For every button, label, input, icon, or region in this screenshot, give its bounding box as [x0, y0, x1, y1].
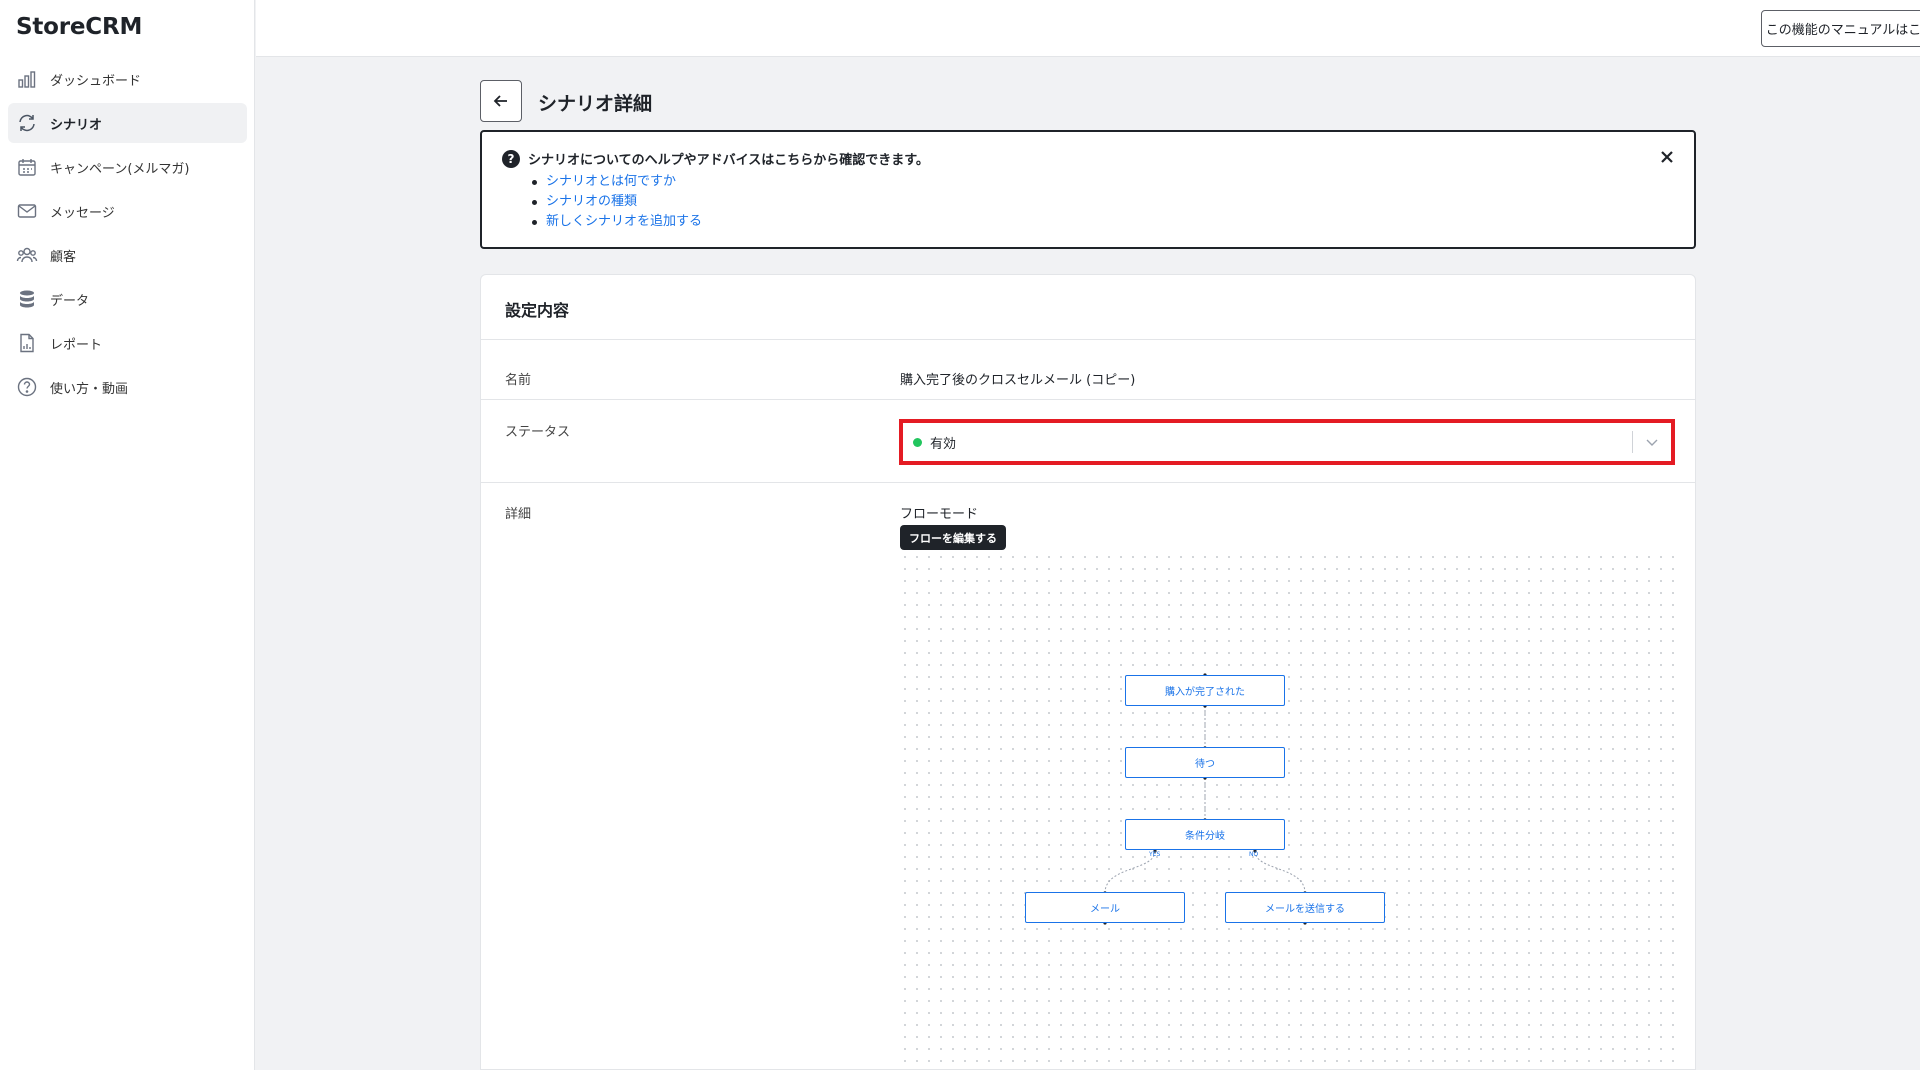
database-icon — [16, 288, 38, 310]
sidebar-item-label: キャンペーン(メルマガ) — [50, 161, 190, 177]
sidebar-item-campaign[interactable]: キャンペーン(メルマガ) — [8, 147, 247, 187]
help-link-what-is-scenario[interactable]: シナリオとは何ですか — [531, 172, 702, 192]
bar-chart-icon — [16, 68, 38, 90]
sidebar: StoreCRM ダッシュボード シナリオ キャンペーン(メルマガ) メッセージ — [0, 0, 255, 1070]
flow-node-mail[interactable]: メール — [1025, 892, 1185, 923]
sidebar-item-label: レポート — [50, 337, 103, 353]
top-header: この機能のマニュアルはこちら — [256, 0, 1920, 57]
flow-node-send-mail[interactable]: メールを送信する — [1225, 892, 1385, 923]
help-title-text: シナリオについてのヘルプやアドバイスはこちらから確認できます。 — [528, 153, 929, 168]
sidebar-item-customers[interactable]: 顧客 — [8, 235, 247, 275]
name-value: 購入完了後のクロスセルメール (コピー) — [900, 373, 1136, 388]
sidebar-item-data[interactable]: データ — [8, 279, 247, 319]
back-button[interactable] — [480, 80, 522, 122]
flow-node-wait[interactable]: 待つ — [1125, 747, 1285, 778]
sidebar-item-label: 使い方・動画 — [50, 381, 129, 397]
help-link-scenario-types[interactable]: シナリオの種類 — [531, 192, 702, 212]
divider — [481, 482, 1695, 483]
help-box: ? シナリオについてのヘルプやアドバイスはこちらから確認できます。 シナリオとは… — [480, 130, 1696, 249]
flow-canvas[interactable]: 購入が完了された 待つ 条件分岐 YES NO メール メールを送信する — [899, 551, 1675, 1070]
page-title: シナリオ詳細 — [538, 93, 653, 115]
select-divider — [1632, 431, 1633, 453]
divider — [481, 339, 1695, 340]
branch-yes-label: YES — [1149, 851, 1161, 858]
app-logo[interactable]: StoreCRM — [16, 14, 142, 40]
help-circle-icon — [16, 376, 38, 398]
sidebar-item-label: メッセージ — [50, 205, 115, 221]
sidebar-item-label: シナリオ — [50, 117, 103, 133]
calendar-icon — [16, 156, 38, 178]
status-dot — [913, 437, 922, 447]
sidebar-item-message[interactable]: メッセージ — [8, 191, 247, 231]
branch-no-label: NO — [1249, 851, 1259, 858]
help-link-add-scenario[interactable]: 新しくシナリオを追加する — [531, 212, 702, 232]
divider — [481, 399, 1695, 400]
report-icon — [16, 332, 38, 354]
sidebar-item-label: ダッシュボード — [50, 73, 142, 89]
users-icon — [16, 244, 38, 266]
chevron-down-icon — [1646, 439, 1658, 446]
close-help-button[interactable] — [1656, 146, 1678, 168]
status-select[interactable]: 有効 — [899, 419, 1675, 465]
sidebar-item-help[interactable]: 使い方・動画 — [8, 367, 247, 407]
close-icon — [1661, 151, 1673, 163]
mail-icon — [16, 200, 38, 222]
flow-node-trigger[interactable]: 購入が完了された — [1125, 675, 1285, 706]
settings-card: 設定内容 名前 購入完了後のクロスセルメール (コピー) ステータス 有効 詳細… — [480, 274, 1696, 1070]
sidebar-item-report[interactable]: レポート — [8, 323, 247, 363]
detail-mode: フローモード — [900, 507, 979, 522]
sidebar-item-scenario[interactable]: シナリオ — [8, 103, 247, 143]
sidebar-item-label: データ — [50, 293, 90, 309]
flow-connectors — [1103, 673, 1307, 925]
sidebar-item-label: 顧客 — [50, 249, 77, 265]
status-value: 有効 — [930, 436, 957, 452]
edit-flow-button[interactable]: フローを編集する — [900, 525, 1006, 550]
question-icon: ? — [502, 149, 520, 168]
sidebar-nav: ダッシュボード シナリオ キャンペーン(メルマガ) メッセージ 顧客 データ レ… — [8, 59, 247, 411]
status-label: ステータス — [505, 425, 571, 440]
help-title: ? シナリオについてのヘルプやアドバイスはこちらから確認できます。 — [502, 149, 929, 168]
sidebar-item-dashboard[interactable]: ダッシュボード — [8, 59, 247, 99]
help-links: シナリオとは何ですか シナリオの種類 新しくシナリオを追加する — [531, 172, 702, 232]
refresh-icon — [16, 112, 38, 134]
flow-node-condition[interactable]: 条件分岐 — [1125, 819, 1285, 850]
manual-link-button[interactable]: この機能のマニュアルはこちら — [1761, 10, 1920, 47]
name-label: 名前 — [505, 373, 532, 388]
settings-title: 設定内容 — [505, 301, 570, 320]
detail-label: 詳細 — [505, 507, 532, 522]
arrow-left-icon — [493, 95, 507, 107]
